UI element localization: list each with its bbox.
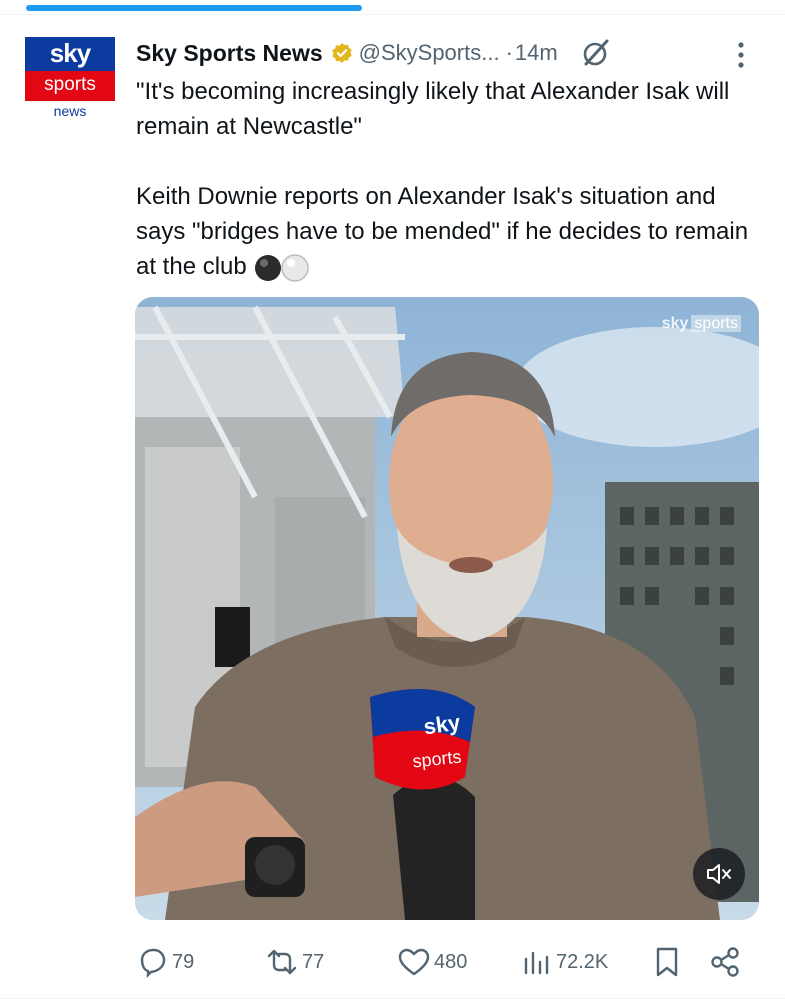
post-text-body-line: Keith Downie reports on Alexander Isak's… [136, 183, 749, 280]
post-header: Sky Sports News @SkySports... · 14m [136, 36, 612, 70]
more-icon[interactable] [731, 40, 751, 70]
reply-count: 79 [172, 950, 195, 973]
author-handle[interactable]: @SkySports... [359, 40, 500, 66]
post-actions: 79 77 480 72.2K [136, 942, 756, 982]
post-text-body: Keith Downie reports on Alexander Isak's… [136, 179, 766, 284]
author-name[interactable]: Sky Sports News [136, 40, 323, 67]
post-text-quote: "It's becoming increasingly likely that … [136, 78, 730, 140]
avatar-logo-sports: sports [25, 71, 115, 101]
repost-icon [267, 949, 297, 975]
grok-icon[interactable] [580, 37, 612, 69]
watermark-sports: sports [691, 315, 741, 332]
video-watermark: sky sports [662, 315, 741, 333]
repost-count: 77 [302, 950, 325, 973]
divider [0, 998, 785, 999]
share-icon [711, 947, 739, 977]
like-icon [398, 948, 430, 976]
reply-button[interactable]: 79 [136, 942, 194, 982]
divider [0, 14, 785, 15]
views-icon [524, 951, 549, 975]
post-time[interactable]: 14m [515, 40, 558, 66]
avatar[interactable]: sky sports news [25, 37, 115, 120]
reply-icon [140, 948, 166, 978]
video-frame [135, 297, 759, 920]
views-count: 72.2K [556, 950, 609, 973]
separator-dot: · [505, 40, 513, 65]
loading-progress-bar [26, 5, 362, 11]
verified-badge-icon [331, 42, 353, 64]
watermark-sky: sky [661, 315, 689, 332]
like-button[interactable]: 480 [396, 942, 467, 982]
post-text: "It's becoming increasingly likely that … [136, 74, 766, 284]
views-button[interactable]: 72.2K [520, 942, 608, 982]
video-player[interactable]: sky sports sky sports [135, 297, 759, 920]
avatar-logo-sky: sky [25, 37, 115, 71]
like-count: 480 [434, 950, 468, 973]
mute-icon[interactable] [693, 848, 745, 900]
bookmark-button[interactable] [650, 942, 686, 982]
avatar-logo-news: news [53, 103, 87, 119]
bookmark-icon [656, 947, 678, 977]
football-emoji-icon [253, 253, 311, 283]
share-button[interactable] [708, 942, 744, 982]
repost-button[interactable]: 77 [264, 942, 324, 982]
